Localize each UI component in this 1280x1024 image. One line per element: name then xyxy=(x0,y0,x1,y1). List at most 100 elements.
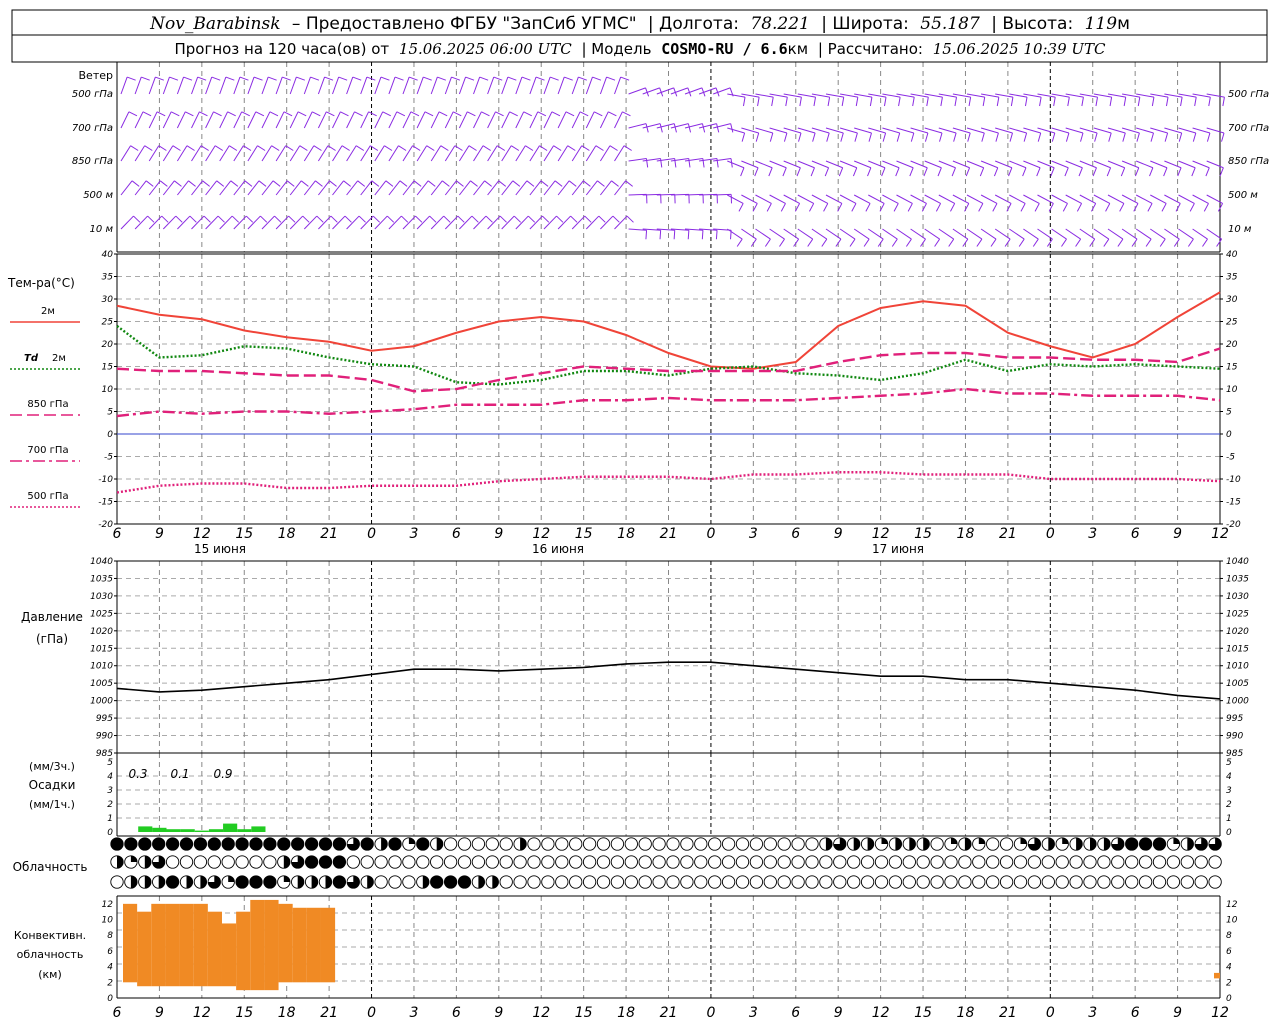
wind-barb-flag xyxy=(1095,97,1099,107)
wind-barb-flag xyxy=(441,180,450,187)
wind-barb xyxy=(459,215,473,230)
cloud-symbol xyxy=(749,837,764,851)
wind-barb-flag xyxy=(521,76,531,81)
cloud-symbol xyxy=(721,875,736,889)
wind-barb-flag xyxy=(537,111,547,117)
cloud-symbol xyxy=(999,875,1014,889)
convective-bar xyxy=(320,907,336,983)
wind-barb-flag xyxy=(283,111,293,117)
cloud-symbol xyxy=(1152,875,1167,889)
wind-barb-flag xyxy=(893,203,899,212)
wind-barb xyxy=(529,145,540,162)
hour-label: 21 xyxy=(660,526,678,542)
wind-barb xyxy=(303,76,311,95)
y-tick-label: 35 xyxy=(1226,273,1238,283)
wind-barb-flag xyxy=(185,111,194,117)
wind-barb xyxy=(233,145,244,162)
cloud-symbol xyxy=(527,837,541,851)
cloud-symbol xyxy=(777,837,791,851)
wind-barb xyxy=(1023,160,1041,169)
wind-barb-flag xyxy=(898,97,901,107)
wind-barb-flag xyxy=(344,215,352,223)
wind-barb xyxy=(1065,194,1082,204)
wind-barb-flag xyxy=(426,145,435,151)
hour-label: 6 xyxy=(113,1005,122,1021)
wind-barb xyxy=(289,76,297,95)
precip-title: Осадки xyxy=(29,778,76,792)
cloud-symbol xyxy=(569,837,583,851)
wind-barb xyxy=(275,145,287,162)
wind-barb xyxy=(938,228,955,240)
wind-barb-flag xyxy=(156,111,166,117)
wind-barb xyxy=(374,76,382,95)
pressure-title: Давление xyxy=(21,610,83,624)
wind-barb xyxy=(684,87,703,95)
cloud-symbol xyxy=(499,875,513,889)
wind-barb xyxy=(1009,194,1026,204)
wind-barb xyxy=(543,76,551,95)
wind-barb xyxy=(148,76,156,95)
wind-barb xyxy=(162,76,170,95)
convective-bar xyxy=(179,903,194,987)
wind-barb-flag xyxy=(565,111,575,117)
cloud-symbol xyxy=(1027,875,1042,889)
wind-barb-flag xyxy=(186,145,195,151)
wind-barb-flag xyxy=(415,215,423,223)
wind-barb xyxy=(713,193,732,196)
wind-barb xyxy=(783,160,801,169)
cloud-fill xyxy=(263,837,277,851)
hour-label: 12 xyxy=(532,1005,550,1021)
wind-barb-flag xyxy=(867,167,872,177)
hour-label: 0 xyxy=(706,1005,715,1021)
y-tick-label: 1015 xyxy=(1226,644,1249,654)
wind-barb-flag xyxy=(485,215,493,223)
wind-barb-flag xyxy=(382,111,391,117)
wind-barb xyxy=(148,180,161,196)
wind-barb-flag xyxy=(481,111,490,117)
wind-barb-flag xyxy=(274,215,282,223)
wind-barb-flag xyxy=(1018,238,1025,247)
cloud-symbol xyxy=(902,875,916,889)
wind-barb-flag xyxy=(231,215,240,223)
cloud-symbol xyxy=(443,837,458,851)
wind-barb xyxy=(938,194,955,204)
hour-label: 9 xyxy=(1173,526,1182,542)
wind-barb-flag xyxy=(771,97,774,107)
cloud-fill xyxy=(222,837,235,851)
precip-unit-bottom: (мм/1ч.) xyxy=(29,798,75,811)
wind-barb-flag xyxy=(147,215,155,223)
wind-barb xyxy=(1051,194,1068,204)
legend-label-t2m: 2м xyxy=(41,306,55,317)
wind-barb xyxy=(1121,160,1139,169)
precip-bar xyxy=(166,829,181,832)
wind-barb xyxy=(543,145,554,162)
y-tick-label: 40 xyxy=(102,250,114,260)
wind-barb xyxy=(430,145,442,162)
wind-barb xyxy=(910,127,929,134)
wind-barb-flag xyxy=(687,230,690,240)
wind-barb-flag xyxy=(142,111,152,117)
legend-label-t500: 500 гПа xyxy=(27,491,68,502)
wind-barb xyxy=(980,160,998,169)
cloud-fill xyxy=(325,875,332,889)
cloud-symbol xyxy=(402,855,416,869)
cloud-symbol xyxy=(1069,855,1083,869)
wind-barb-flag xyxy=(1080,132,1084,142)
wind-barb-flag xyxy=(645,123,649,133)
cloud-fill xyxy=(895,837,902,851)
y-tick-label: 1035 xyxy=(1226,574,1249,584)
cloud-symbol xyxy=(874,875,889,889)
y-tick-label: 10 xyxy=(1226,916,1238,926)
cloud-symbol xyxy=(541,837,555,851)
wind-barb xyxy=(769,127,788,134)
y-tick-label: -15 xyxy=(98,498,113,508)
wind-barb-flag xyxy=(1108,132,1112,142)
hour-label: 9 xyxy=(155,526,164,542)
wind-barb xyxy=(501,111,511,129)
hour-label: 15 xyxy=(235,526,253,542)
wind-barb-flag xyxy=(812,132,816,142)
wind-barb xyxy=(966,127,985,134)
wind-barb xyxy=(275,76,283,95)
wind-barb-flag xyxy=(1089,238,1096,247)
wind-barb xyxy=(1009,127,1027,134)
